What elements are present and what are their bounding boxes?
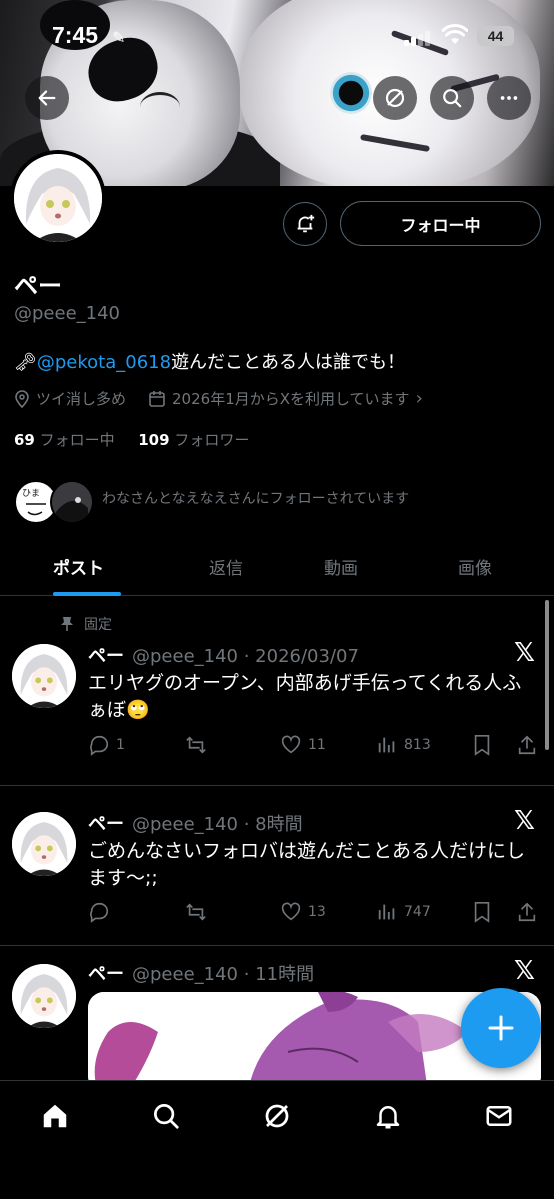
chevron-right-icon[interactable]: › [416, 388, 423, 409]
profile-handle: @peee_140 [14, 303, 121, 324]
reply-icon [90, 735, 109, 756]
bio-mention-link[interactable]: @pekota_0618 [37, 352, 171, 373]
bottom-navigation [0, 1080, 554, 1199]
plus-icon [488, 1015, 514, 1041]
post-actions: 1 11 813 [88, 734, 548, 760]
post-item[interactable]: ペー @peee_140 · 2026/03/07 𝕏 エリヤグのオープン、内部あ… [0, 600, 554, 786]
post-header: ペー @peee_140 · 2026/03/07 [88, 646, 359, 667]
post-avatar[interactable] [12, 644, 76, 708]
more-dots-icon [500, 96, 518, 100]
tab-replies[interactable]: 返信 [209, 554, 243, 579]
search-profile-button[interactable] [430, 76, 474, 120]
explore-tab-button[interactable] [149, 1099, 183, 1133]
compose-post-button[interactable] [461, 988, 541, 1068]
tab-videos[interactable]: 動画 [324, 554, 358, 579]
cellular-signal-icon [404, 30, 434, 46]
share-icon [518, 735, 536, 755]
bookmark-icon [474, 735, 490, 756]
post-header: ペー @peee_140 · 11時間 [88, 964, 315, 985]
post-item[interactable]: ペー @peee_140 · 8時間 𝕏 ごめんなさいフォロバは遊んだことある人だ… [0, 786, 554, 946]
wifi-icon [442, 24, 468, 44]
followers-link[interactable]: 109 フォロワー [138, 431, 249, 449]
location-pin-icon [15, 389, 29, 408]
key-icon: 🗝 [14, 352, 37, 373]
post-avatar[interactable] [12, 964, 76, 1028]
search-icon [154, 1104, 179, 1129]
pencil-icon: ✎ [112, 28, 126, 47]
share-button[interactable] [516, 734, 538, 756]
arrow-left-icon [38, 90, 56, 106]
profile-avatar[interactable] [10, 150, 106, 246]
grok-button[interactable] [373, 76, 417, 120]
bell-plus-icon [297, 214, 315, 233]
post-avatar[interactable] [12, 812, 76, 876]
bio-text: 遊んだことある人は誰でも！ [171, 352, 406, 373]
calendar-icon [149, 390, 165, 407]
grok-icon [385, 88, 405, 108]
status-bar: 7:45 ✎ 44 [0, 22, 554, 52]
avatar-illustration [14, 154, 102, 242]
heart-icon [281, 735, 301, 754]
views-button[interactable]: 813 [376, 734, 431, 756]
home-tab-button[interactable] [38, 1099, 72, 1133]
notification-subscribe-button[interactable] [283, 202, 327, 246]
follow-counts: 69 フォロー中 109 フォロワー [14, 429, 249, 450]
grok-icon [265, 1104, 289, 1128]
following-button[interactable]: フォロー中 [340, 201, 541, 246]
grok-tab-button[interactable] [260, 1099, 294, 1133]
bookmark-button[interactable] [472, 901, 492, 923]
more-options-button[interactable] [487, 76, 531, 120]
repost-button[interactable] [184, 901, 214, 923]
status-time: 7:45 [52, 22, 99, 48]
profile-joined: 2026年1月からXを利用しています [172, 390, 410, 408]
battery-indicator: 44 [477, 26, 514, 46]
views-button[interactable]: 747 [376, 901, 431, 923]
profile-meta: ツイ消し多め 2026年1月からXを利用しています › [14, 388, 423, 409]
reply-button[interactable]: 1 [88, 734, 125, 756]
followed-by-mutuals[interactable]: ひま わなさんとなえなえさんにフォローされています [14, 476, 554, 526]
profile-bio: 🗝@pekota_0618遊んだことある人は誰でも！ [14, 348, 405, 374]
post-actions: 13 747 [88, 901, 548, 927]
messages-tab-button[interactable] [482, 1099, 516, 1133]
svg-text:ひま: ひま [22, 488, 40, 499]
mutuals-text: わなさんとなえなえさんにフォローされています [102, 491, 410, 507]
active-tab-indicator [53, 592, 121, 596]
repost-button[interactable] [184, 734, 214, 756]
profile-name: ペー [14, 272, 62, 300]
x-logo-icon: 𝕏 [514, 956, 535, 986]
bookmark-button[interactable] [472, 734, 492, 756]
bookmark-icon [474, 902, 490, 923]
share-icon [518, 902, 536, 922]
post-text: ごめんなさいフォロバは遊んだことある人だけにします〜;; [88, 840, 526, 889]
share-button[interactable] [516, 901, 538, 923]
post-text: エリヤグのオープン、内部あげ手伝ってくれる人ふぁぼ🙄 [88, 672, 522, 721]
tab-images[interactable]: 画像 [458, 554, 492, 579]
bell-icon [376, 1106, 400, 1129]
x-logo-icon: 𝕏 [514, 638, 535, 668]
following-link[interactable]: 69 フォロー中 [14, 431, 115, 449]
mutual-avatar [50, 480, 94, 524]
analytics-icon [378, 904, 395, 920]
home-icon [43, 1104, 67, 1128]
post-header: ペー @peee_140 · 8時間 [88, 814, 303, 835]
profile-tabs: ポスト 返信 動画 画像 [0, 540, 554, 596]
notifications-tab-button[interactable] [371, 1099, 405, 1133]
repost-icon [186, 736, 206, 754]
envelope-icon [486, 1106, 512, 1126]
heart-icon [281, 902, 301, 921]
search-icon [443, 89, 462, 108]
reply-button[interactable] [88, 901, 116, 923]
reply-icon [90, 902, 109, 923]
analytics-icon [378, 737, 395, 753]
like-button[interactable]: 11 [280, 734, 326, 756]
tab-posts[interactable]: ポスト [53, 554, 104, 579]
back-button[interactable] [25, 76, 69, 120]
like-button[interactable]: 13 [280, 901, 326, 923]
profile-location: ツイ消し多め [36, 390, 127, 408]
repost-icon [186, 903, 206, 921]
x-logo-icon: 𝕏 [514, 806, 535, 836]
scrollbar[interactable] [545, 600, 549, 750]
